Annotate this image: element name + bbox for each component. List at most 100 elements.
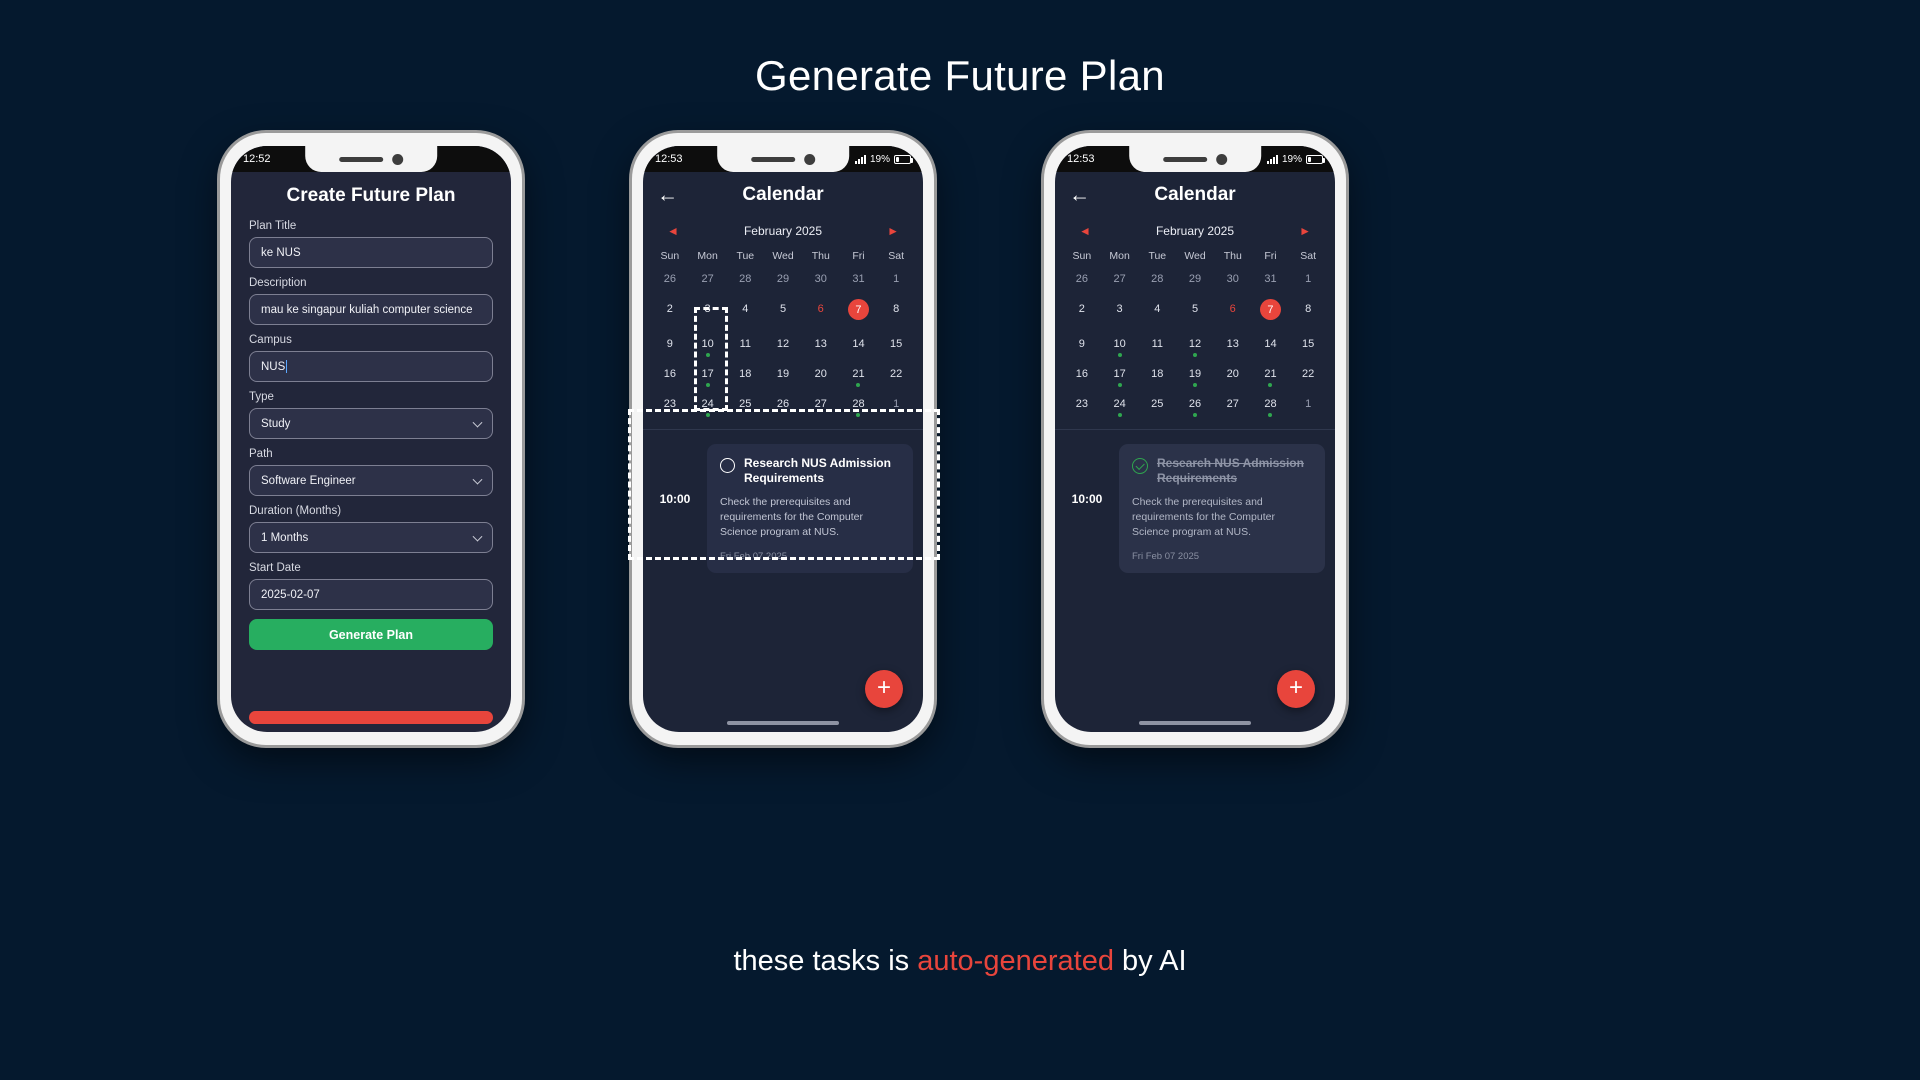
calendar-day-20[interactable]: 20 (802, 368, 840, 387)
battery-percent: 19% (1281, 153, 1302, 165)
calendar-day-27[interactable]: 27 (689, 273, 727, 292)
calendar-day-31[interactable]: 31 (840, 273, 878, 292)
calendar-day-5[interactable]: 5 (1176, 303, 1214, 327)
calendar-day-17[interactable]: 17 (689, 368, 727, 387)
input-description[interactable]: mau ke singapur kuliah computer science (249, 294, 493, 325)
calendar-day-1[interactable]: 1 (877, 398, 915, 417)
calendar-day-5[interactable]: 5 (764, 303, 802, 327)
calendar-day-18[interactable]: 18 (1138, 368, 1176, 387)
calendar-day-15[interactable]: 15 (1289, 338, 1327, 357)
calendar-day-23[interactable]: 23 (651, 398, 689, 417)
calendar-day-1[interactable]: 1 (1289, 398, 1327, 417)
calendar-day-18[interactable]: 18 (726, 368, 764, 387)
calendar-day-6[interactable]: 6 (802, 303, 840, 327)
calendar-day-30[interactable]: 30 (1214, 273, 1252, 292)
calendar-day-10[interactable]: 10 (689, 338, 727, 357)
generate-plan-button[interactable]: Generate Plan (249, 619, 493, 650)
calendar-day-24[interactable]: 24 (1101, 398, 1139, 417)
calendar-day-13[interactable]: 13 (1214, 338, 1252, 357)
calendar-day-8[interactable]: 8 (877, 303, 915, 327)
calendar-day-22[interactable]: 22 (877, 368, 915, 387)
back-arrow-icon[interactable]: ← (657, 185, 678, 206)
calendar-day-16[interactable]: 16 (651, 368, 689, 387)
camera-icon (1216, 153, 1227, 165)
calendar-day-26[interactable]: 26 (1063, 273, 1101, 292)
calendar-day-number: 26 (663, 273, 676, 285)
calendar-day-31[interactable]: 31 (1252, 273, 1290, 292)
prev-month-icon[interactable]: ◄ (667, 224, 679, 238)
next-month-icon[interactable]: ► (887, 224, 899, 238)
calendar-day-28[interactable]: 28 (1252, 398, 1290, 417)
calendar-day-28[interactable]: 28 (840, 398, 878, 417)
calendar-day-16[interactable]: 16 (1063, 368, 1101, 387)
calendar-day-19[interactable]: 19 (1176, 368, 1214, 387)
calendar-day-13[interactable]: 13 (802, 338, 840, 357)
calendar-day-number: 4 (1154, 303, 1161, 315)
event-dot-icon (1193, 383, 1198, 387)
calendar-day-26[interactable]: 26 (1176, 398, 1214, 417)
calendar-day-25[interactable]: 25 (1138, 398, 1176, 417)
event-card[interactable]: Research NUS Admission Requirements Chec… (707, 444, 913, 573)
calendar-day-24[interactable]: 24 (689, 398, 727, 417)
calendar-day-20[interactable]: 20 (1214, 368, 1252, 387)
calendar-day-3[interactable]: 3 (689, 303, 727, 327)
input-plan-title[interactable]: ke NUS (249, 237, 493, 268)
calendar-day-11[interactable]: 11 (1138, 338, 1176, 357)
back-arrow-icon[interactable]: ← (1069, 185, 1090, 206)
calendar-day-8[interactable]: 8 (1289, 303, 1327, 327)
calendar-day-4[interactable]: 4 (726, 303, 764, 327)
input-campus[interactable]: NUS (249, 351, 493, 382)
calendar-day-25[interactable]: 25 (726, 398, 764, 417)
circle-check-icon[interactable] (1132, 458, 1148, 474)
calendar-day-27[interactable]: 27 (1214, 398, 1252, 417)
calendar-day-28[interactable]: 28 (1138, 273, 1176, 292)
add-task-fab[interactable]: + (1277, 670, 1315, 708)
calendar-day-number: 26 (776, 398, 790, 410)
phone1-screen: 12:52 Create Future Plan Plan Title ke N… (231, 146, 511, 732)
input-start-date[interactable]: 2025-02-07 (249, 579, 493, 610)
calendar-day-1[interactable]: 1 (877, 273, 915, 292)
circle-empty-icon[interactable] (720, 458, 735, 473)
calendar-day-number: 6 (817, 303, 824, 315)
calendar-day-2[interactable]: 2 (1063, 303, 1101, 327)
calendar-day-26[interactable]: 26 (651, 273, 689, 292)
next-month-icon[interactable]: ► (1299, 224, 1311, 238)
prev-month-icon[interactable]: ◄ (1079, 224, 1091, 238)
calendar-day-12[interactable]: 12 (764, 338, 802, 357)
calendar-day-14[interactable]: 14 (840, 338, 878, 357)
calendar-day-7[interactable]: 7 (840, 299, 878, 327)
calendar-day-4[interactable]: 4 (1138, 303, 1176, 327)
calendar-day-27[interactable]: 27 (802, 398, 840, 417)
select-path[interactable]: Software Engineer (249, 465, 493, 496)
calendar-day-19[interactable]: 19 (764, 368, 802, 387)
calendar-day-30[interactable]: 30 (802, 273, 840, 292)
calendar-day-17[interactable]: 17 (1101, 368, 1139, 387)
calendar-day-1[interactable]: 1 (1289, 273, 1327, 292)
calendar-day-22[interactable]: 22 (1289, 368, 1327, 387)
calendar-day-14[interactable]: 14 (1252, 338, 1290, 357)
calendar-day-28[interactable]: 28 (726, 273, 764, 292)
calendar-day-27[interactable]: 27 (1101, 273, 1139, 292)
calendar-day-number: 15 (890, 338, 903, 350)
select-duration[interactable]: 1 Months (249, 522, 493, 553)
calendar-day-26[interactable]: 26 (764, 398, 802, 417)
calendar-day-21[interactable]: 21 (1252, 368, 1290, 387)
calendar-day-3[interactable]: 3 (1101, 303, 1139, 327)
calendar-day-9[interactable]: 9 (1063, 338, 1101, 357)
calendar-day-2[interactable]: 2 (651, 303, 689, 327)
calendar-day-23[interactable]: 23 (1063, 398, 1101, 417)
calendar-day-29[interactable]: 29 (764, 273, 802, 292)
calendar-day-12[interactable]: 12 (1176, 338, 1214, 357)
event-card-completed[interactable]: Research NUS Admission Requirements Chec… (1119, 444, 1325, 573)
add-task-fab[interactable]: + (865, 670, 903, 708)
calendar-day-10[interactable]: 10 (1101, 338, 1139, 357)
calendar-day-11[interactable]: 11 (726, 338, 764, 357)
calendar-day-21[interactable]: 21 (840, 368, 878, 387)
select-type[interactable]: Study (249, 408, 493, 439)
calendar-day-9[interactable]: 9 (651, 338, 689, 357)
calendar-day-15[interactable]: 15 (877, 338, 915, 357)
calendar-day-29[interactable]: 29 (1176, 273, 1214, 292)
calendar-day-7[interactable]: 7 (1252, 299, 1290, 327)
calendar-day-number: 8 (1305, 303, 1312, 315)
calendar-day-6[interactable]: 6 (1214, 303, 1252, 327)
